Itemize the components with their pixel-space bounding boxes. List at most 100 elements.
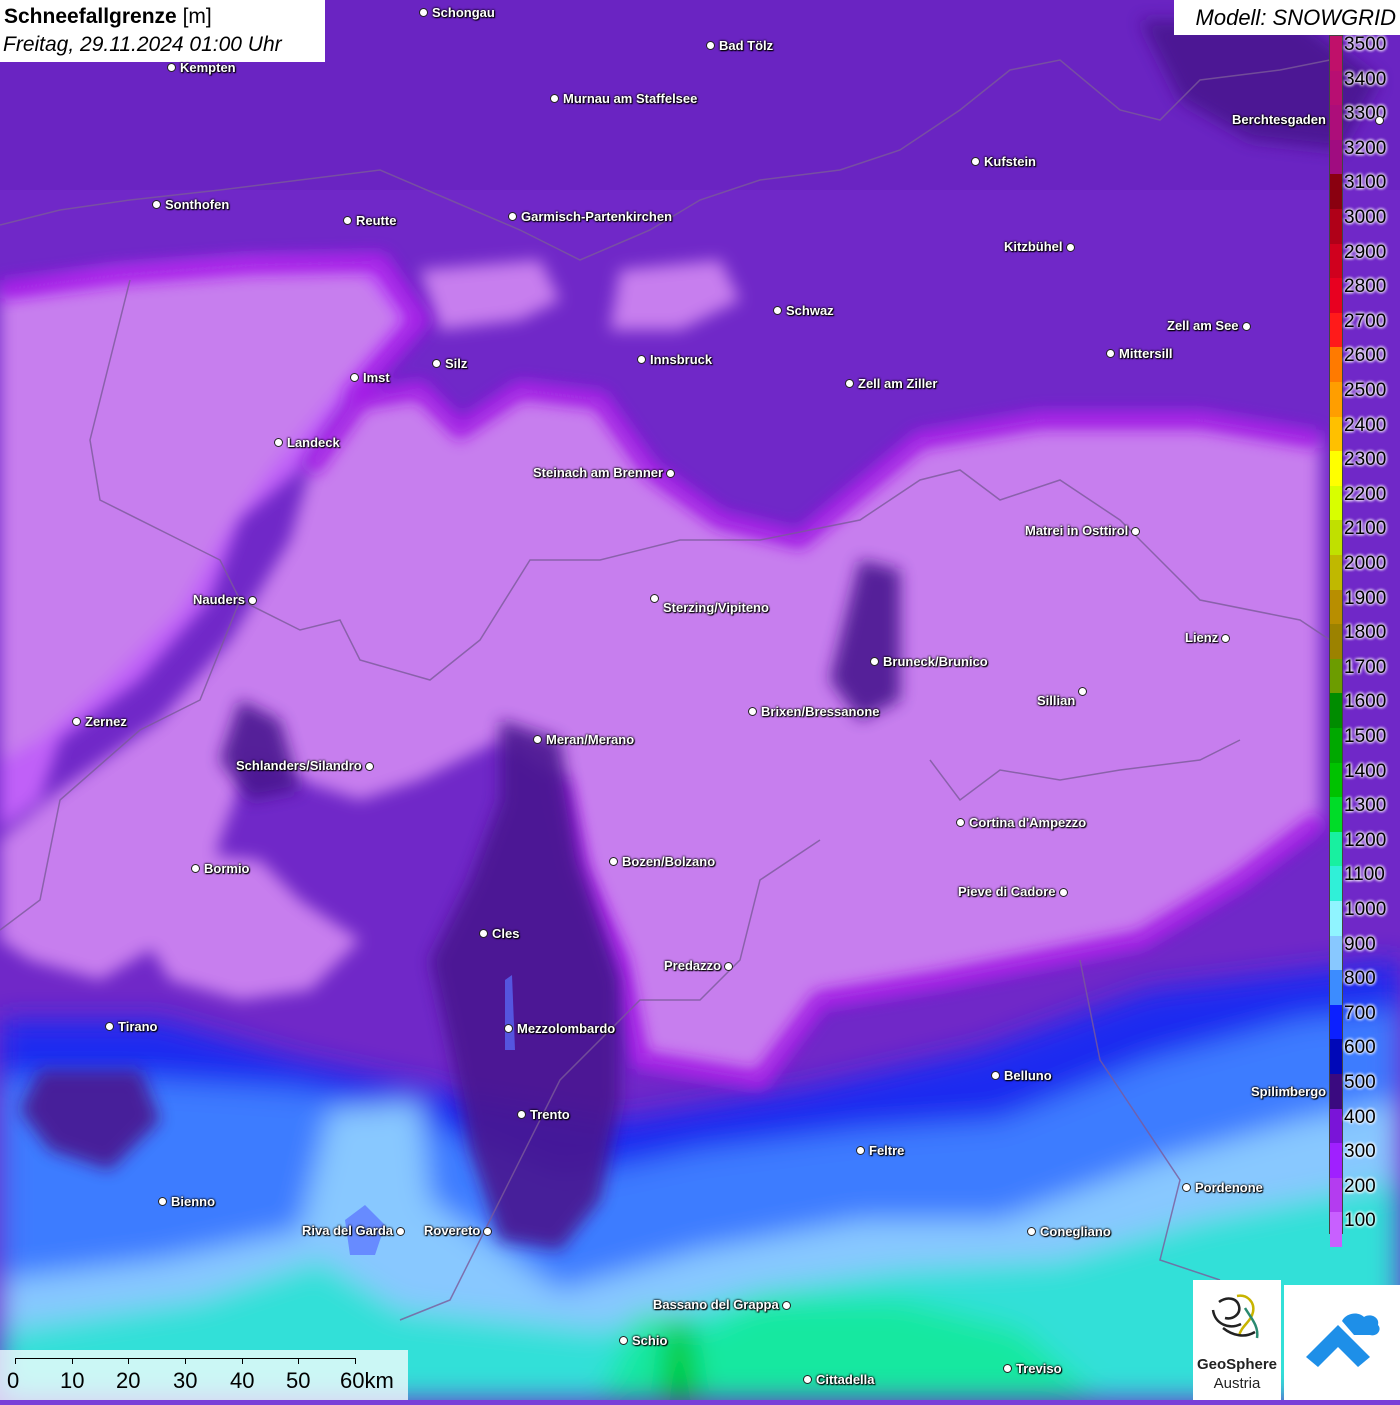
scale-label: 50 <box>286 1368 311 1393</box>
legend-swatch <box>1330 1004 1342 1040</box>
city-marker <box>619 1336 628 1345</box>
city-label: Brixen/Bressanone <box>761 704 880 719</box>
legend-swatch <box>1330 1177 1342 1213</box>
city-marker <box>365 762 374 771</box>
city-label: Bassano del Grappa <box>653 1297 779 1312</box>
city-marker <box>1066 243 1075 252</box>
city-marker <box>152 200 161 209</box>
city-marker <box>248 596 257 605</box>
city-label: Bozen/Bolzano <box>622 854 716 869</box>
legend-label: 2100 <box>1344 518 1387 540</box>
geosphere-name-line1: GeoSphere <box>1196 1356 1278 1373</box>
city-marker <box>666 469 675 478</box>
legend-swatch <box>1330 36 1342 72</box>
city-marker <box>609 857 618 866</box>
city-marker <box>550 94 559 103</box>
legend-label: 3000 <box>1344 207 1387 228</box>
legend-label: 1500 <box>1344 726 1387 747</box>
legend-label: 2300 <box>1344 449 1387 471</box>
city-marker <box>167 63 176 72</box>
city-label: Belluno <box>1004 1068 1052 1083</box>
city-marker <box>1221 634 1230 643</box>
legend-label: 1700 <box>1344 656 1387 678</box>
scale-label: 10 <box>60 1368 85 1393</box>
city-label: Kufstein <box>984 154 1036 169</box>
city-marker <box>1078 687 1087 696</box>
scale-tick <box>128 1358 129 1364</box>
legend-label: 1900 <box>1344 587 1387 609</box>
legend-label: 100 <box>1344 1210 1376 1232</box>
city-marker <box>1003 1364 1012 1373</box>
city-label: Trento <box>530 1107 570 1122</box>
legend-swatch <box>1330 901 1342 937</box>
legend-label: 2600 <box>1344 345 1387 367</box>
city-marker <box>517 1110 526 1119</box>
legend-swatch <box>1330 1143 1342 1179</box>
map-title-text: Schneefallgrenze <box>4 5 177 28</box>
legend-swatch <box>1330 728 1342 764</box>
city-label: Landeck <box>287 435 340 450</box>
legend-label: 2700 <box>1344 310 1387 332</box>
legend-label: 1800 <box>1344 622 1387 644</box>
city-label: Mittersill <box>1119 346 1173 361</box>
legend-swatch <box>1330 1212 1342 1248</box>
legend-swatch <box>1330 589 1342 625</box>
city-marker <box>956 818 965 827</box>
city-label: Steinach am Brenner <box>533 465 664 480</box>
city-marker <box>1059 888 1068 897</box>
city-label: Treviso <box>1016 1361 1062 1376</box>
city-label: Spilimbergo <box>1251 1084 1327 1099</box>
city-label: Kempten <box>180 60 236 75</box>
legend-label: 3200 <box>1344 137 1387 159</box>
legend-swatch <box>1330 1074 1342 1110</box>
legend-label: 1400 <box>1344 760 1387 782</box>
weather-app-logo <box>1284 1285 1400 1400</box>
city-label: Kitzbühel <box>1004 239 1063 254</box>
legend-label: 2900 <box>1344 241 1387 263</box>
city-label: Murnau am Staffelsee <box>563 91 698 106</box>
legend-label: 3500 <box>1344 34 1387 55</box>
legend-swatch <box>1330 312 1342 348</box>
city-label: Schongau <box>432 5 495 20</box>
city-label: Bienno <box>171 1194 216 1209</box>
legend-swatch <box>1330 347 1342 383</box>
map-datetime: Freitag, 29.11.2024 01:00 Uhr <box>3 33 282 56</box>
legend-label: 2500 <box>1344 380 1387 401</box>
legend-swatch <box>1330 831 1342 867</box>
scale-tick <box>15 1358 16 1364</box>
city-marker <box>1182 1183 1191 1192</box>
legend-label: 600 <box>1344 1037 1376 1059</box>
city-label: Zell am See <box>1167 318 1239 333</box>
scale-tick <box>355 1358 356 1364</box>
city-label: Nauders <box>193 592 246 607</box>
city-marker <box>748 707 757 716</box>
snow-mountain-icon <box>1306 1313 1380 1367</box>
city-label: Reutte <box>356 213 397 228</box>
city-label: Cittadella <box>816 1372 875 1387</box>
city-marker <box>971 157 980 166</box>
city-marker <box>724 962 733 971</box>
legend-label: 1200 <box>1344 829 1387 851</box>
legend-label: 900 <box>1344 933 1376 955</box>
city-marker <box>1375 116 1384 125</box>
city-label: Mezzolombardo <box>517 1021 616 1036</box>
legend-swatch <box>1330 209 1342 245</box>
legend-label: 400 <box>1344 1106 1376 1128</box>
legend-swatch <box>1330 866 1342 902</box>
city-marker <box>1242 322 1251 331</box>
city-label: Innsbruck <box>650 352 713 367</box>
city-label: Imst <box>363 370 390 385</box>
city-label: Schwaz <box>786 303 834 318</box>
city-label: Berchtesgaden <box>1232 112 1326 127</box>
city-marker <box>350 373 359 382</box>
legend-label: 2800 <box>1344 276 1387 298</box>
model-panel: Modell: SNOWGRID <box>1174 0 1400 35</box>
city-label: Conegliano <box>1040 1224 1111 1239</box>
legend-swatch <box>1330 485 1342 521</box>
legend-label: 2400 <box>1344 414 1387 436</box>
geosphere-emblem-icon <box>1211 1294 1259 1339</box>
city-marker <box>432 359 441 368</box>
map-title: Schneefallgrenze [m] <box>4 5 212 29</box>
city-marker <box>1131 527 1140 536</box>
city-marker <box>845 379 854 388</box>
